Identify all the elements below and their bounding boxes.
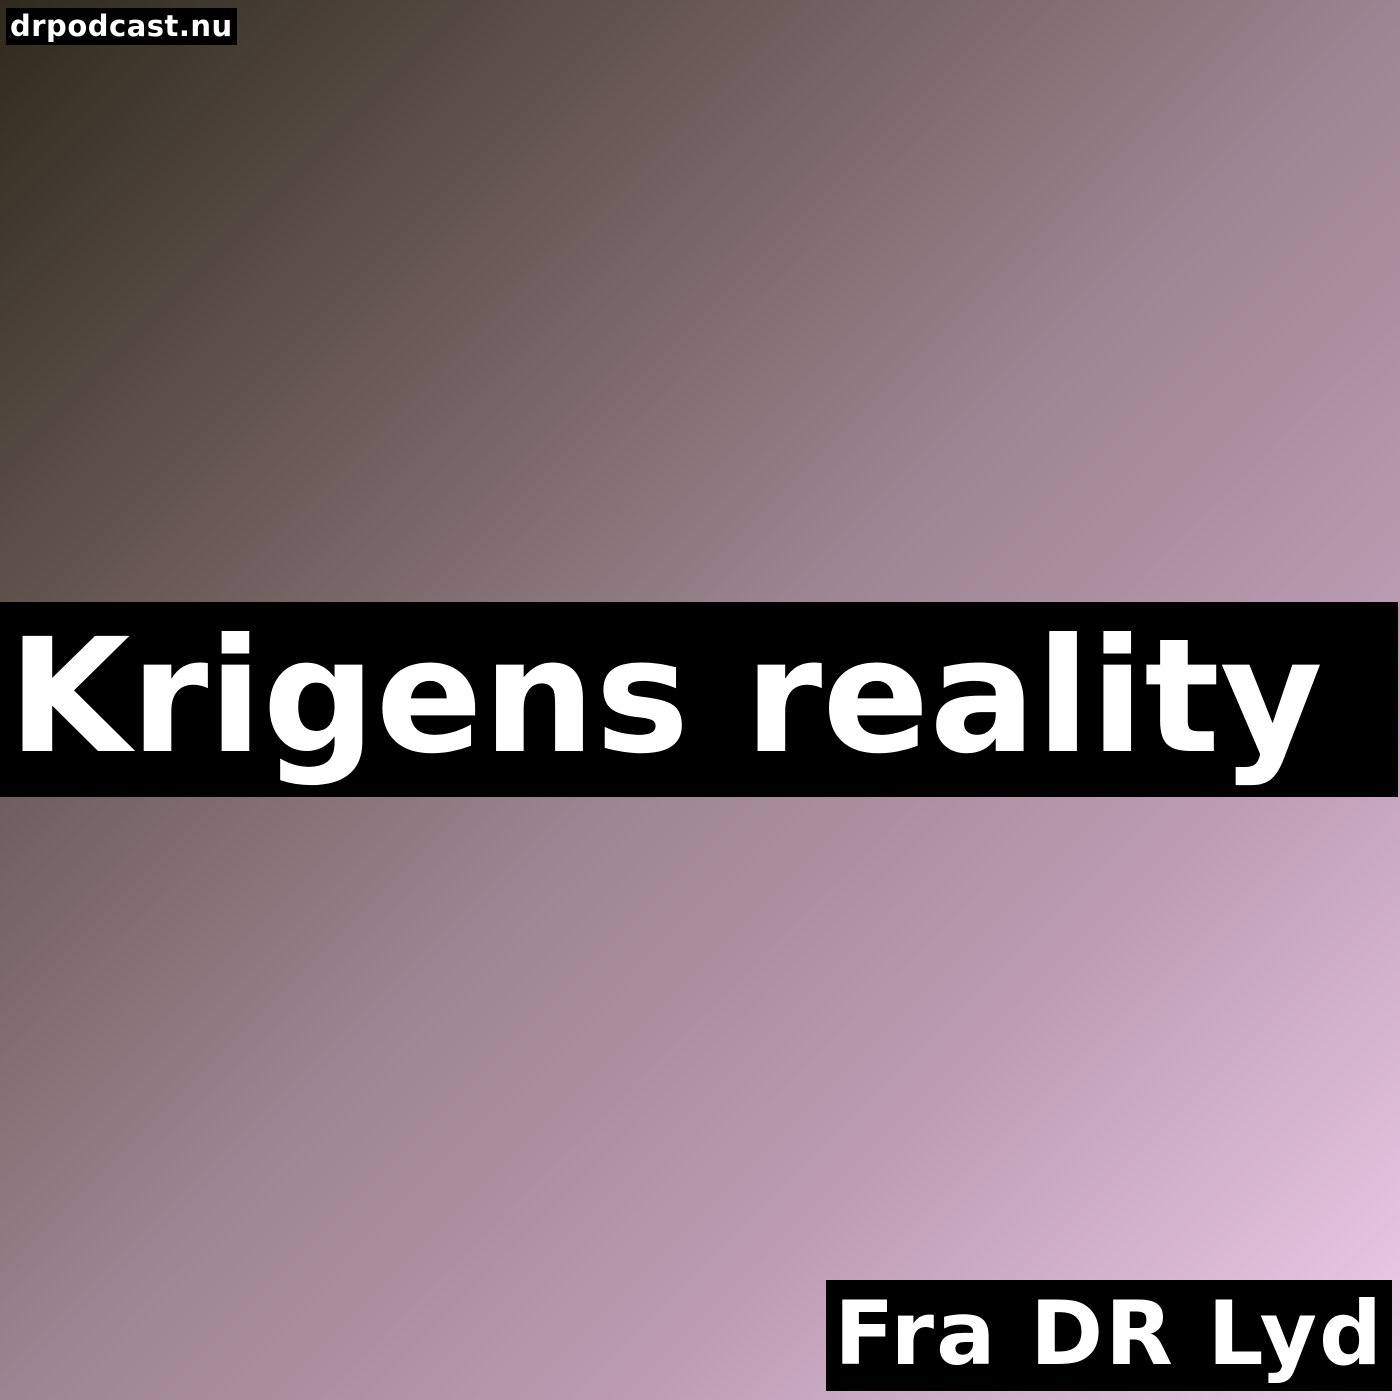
site-tag: drpodcast.nu [6, 8, 237, 45]
podcast-title: Krigens reality [8, 605, 1323, 789]
podcast-cover: drpodcast.nu Krigens reality Fra DR Lyd [0, 0, 1400, 1400]
source-tag: Fra DR Lyd [826, 1280, 1392, 1391]
title-band: Krigens reality [0, 602, 1398, 797]
